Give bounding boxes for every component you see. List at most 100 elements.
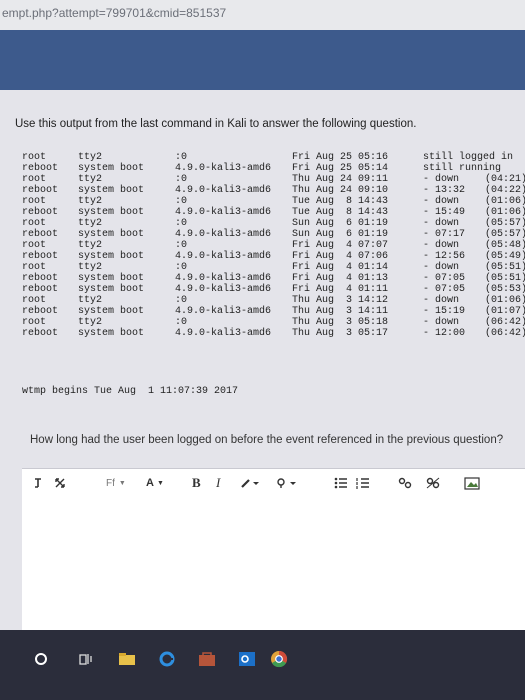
terminal-cell-end: - 15:19 — [423, 306, 466, 317]
terminal-cell-host: :0 — [175, 295, 188, 306]
terminal-cell-login: Thu Aug 3 14:11 — [292, 306, 389, 317]
terminal-cell-tty: system boot — [78, 229, 145, 240]
terminal-row: reboot system boot 4.9.0-kali3-amd6 Fri Aug… — [22, 273, 525, 284]
taskbar — [0, 630, 525, 700]
terminal-cell-end: still running — [423, 163, 502, 174]
bullet-list-icon — [334, 477, 347, 489]
terminal-cell-tty: tty2 — [78, 262, 103, 273]
terminal-cell-host: 4.9.0-kali3-amd6 — [175, 163, 272, 174]
terminal-row: root tty2:0 Fri Aug 4 01:14 - down (05:51) — [22, 262, 525, 273]
url-text: empt.php?attempt=799701&cmid=851537 — [2, 6, 227, 20]
terminal-row: root tty2:0 Thu Aug 3 05:18 - down (06:42) — [22, 317, 525, 328]
terminal-cell-login: Fri Aug 4 01:13 — [292, 273, 389, 284]
brush-icon — [241, 479, 259, 488]
bold-button[interactable]: B — [192, 475, 201, 491]
terminal-cell-login: Fri Aug 4 07:07 — [292, 240, 389, 251]
search-circle-icon[interactable] — [30, 648, 52, 670]
terminal-cell-user: root — [22, 262, 47, 273]
terminal-cell-tty: tty2 — [78, 295, 103, 306]
italic-label: I — [216, 475, 221, 490]
text-color-button[interactable] — [240, 475, 260, 491]
unlink-button[interactable] — [426, 475, 440, 491]
last-command-output: root tty2 :0 Fri Aug 25 05:16 still logged i… — [22, 152, 525, 339]
terminal-cell-tty: system boot — [78, 284, 145, 295]
terminal-cell-tty: tty2 — [78, 317, 103, 328]
image-icon — [464, 476, 480, 490]
file-explorer-icon[interactable] — [116, 648, 138, 670]
terminal-cell-end: - 12:56 — [423, 251, 466, 262]
terminal-cell-user: root — [22, 196, 47, 207]
bold-label: B — [192, 475, 201, 490]
terminal-row: reboot system boot 4.9.0-kali3-amd6 Thu Aug… — [22, 328, 525, 339]
terminal-row: reboot system boot 4.9.0-kali3-amd6 Fri Aug… — [22, 251, 525, 262]
question-header: Use this output from the last command in… — [15, 118, 417, 130]
terminal-cell-host: 4.9.0-kali3-amd6 — [175, 306, 272, 317]
terminal-cell-user: reboot — [22, 229, 59, 240]
terminal-cell-host: 4.9.0-kali3-amd6 — [175, 207, 272, 218]
terminal-cell-tty: system boot — [78, 251, 145, 262]
terminal-cell-host: 4.9.0-kali3-amd6 — [175, 284, 272, 295]
terminal-cell-host: :0 — [175, 218, 188, 229]
terminal-cell-end: - 13:32 — [423, 185, 466, 196]
terminal-cell-login: Fri Aug 25 05:16 — [292, 152, 389, 163]
background-color-button[interactable] — [276, 475, 298, 491]
link-icon — [398, 477, 412, 489]
link-button[interactable] — [398, 475, 412, 491]
address-bar[interactable]: empt.php?attempt=799701&cmid=851537 — [0, 0, 525, 30]
font-family-dropdown[interactable]: Ff ▼ — [106, 475, 126, 491]
terminal-cell-user: root — [22, 152, 47, 163]
terminal-row: root tty2:0 Fri Aug 25 05:16 still logged i… — [22, 152, 525, 163]
terminal-cell-user: root — [22, 317, 47, 328]
terminal-cell-host: :0 — [175, 174, 188, 185]
fullscreen-icon[interactable] — [54, 475, 66, 491]
terminal-row: reboot system boot 4.9.0-kali3-amd6 Thu Aug… — [22, 306, 525, 317]
terminal-cell-login: Sun Aug 6 01:19 — [292, 229, 389, 240]
chevron-down-icon: ▼ — [118, 479, 126, 487]
terminal-row: root tty2:0 Fri Aug 4 07:07 - down (05:48) — [22, 240, 525, 251]
paragraph-icon[interactable] — [32, 475, 44, 491]
terminal-cell-end: - 15:49 — [423, 207, 466, 218]
bullet-list-button[interactable] — [334, 475, 348, 491]
outlook-icon[interactable] — [236, 648, 258, 670]
terminal-row: root tty2:0 Thu Aug 24 09:11 - down (04:21) — [22, 174, 525, 185]
terminal-cell-tty: tty2 — [78, 196, 103, 207]
terminal-cell-host: :0 — [175, 240, 188, 251]
terminal-cell-tty: tty2 — [78, 218, 103, 229]
terminal-cell-login: Tue Aug 8 14:43 — [292, 196, 389, 207]
answer-editor[interactable]: Ff ▼ A ▼ B I — [22, 468, 525, 631]
chrome-icon[interactable] — [268, 648, 290, 670]
terminal-cell-login: Thu Aug 3 05:18 — [292, 317, 389, 328]
store-icon[interactable] — [196, 648, 218, 670]
terminal-cell-dur: (05:57) — [485, 229, 525, 240]
terminal-cell-user: root — [22, 295, 47, 306]
numbered-list-button[interactable] — [356, 475, 370, 491]
terminal-cell-dur: (06:42) — [485, 328, 525, 339]
terminal-cell-tty: system boot — [78, 185, 145, 196]
terminal-cell-user: reboot — [22, 207, 59, 218]
italic-button[interactable]: I — [216, 475, 220, 491]
terminal-cell-end: - down — [423, 262, 460, 273]
terminal-cell-host: :0 — [175, 196, 188, 207]
terminal-cell-end: still logged in — [423, 152, 514, 163]
task-view-icon[interactable] — [76, 648, 98, 670]
edge-browser-icon[interactable] — [156, 648, 178, 670]
terminal-cell-dur: (06:42) — [485, 317, 525, 328]
terminal-cell-host: :0 — [175, 262, 188, 273]
terminal-cell-host: 4.9.0-kali3-amd6 — [175, 251, 272, 262]
terminal-cell-user: reboot — [22, 306, 59, 317]
font-size-dropdown[interactable]: A ▼ — [146, 475, 164, 491]
terminal-cell-end: - down — [423, 295, 460, 306]
terminal-cell-host: 4.9.0-kali3-amd6 — [175, 273, 272, 284]
insert-image-button[interactable] — [464, 475, 480, 491]
terminal-row: root tty2:0 Tue Aug 8 14:43 - down (01:06) — [22, 196, 525, 207]
site-banner — [0, 30, 525, 90]
terminal-cell-user: root — [22, 174, 47, 185]
terminal-row: reboot system boot 4.9.0-kali3-amd6 Fri Aug… — [22, 163, 525, 174]
terminal-cell-login: Fri Aug 4 07:06 — [292, 251, 389, 262]
terminal-cell-host: 4.9.0-kali3-amd6 — [175, 185, 272, 196]
terminal-cell-user: reboot — [22, 251, 59, 262]
terminal-row: root tty2:0 Sun Aug 6 01:19 - down (05:57) — [22, 218, 525, 229]
terminal-cell-tty: system boot — [78, 273, 145, 284]
terminal-cell-tty: tty2 — [78, 174, 103, 185]
terminal-cell-tty: tty2 — [78, 240, 103, 251]
